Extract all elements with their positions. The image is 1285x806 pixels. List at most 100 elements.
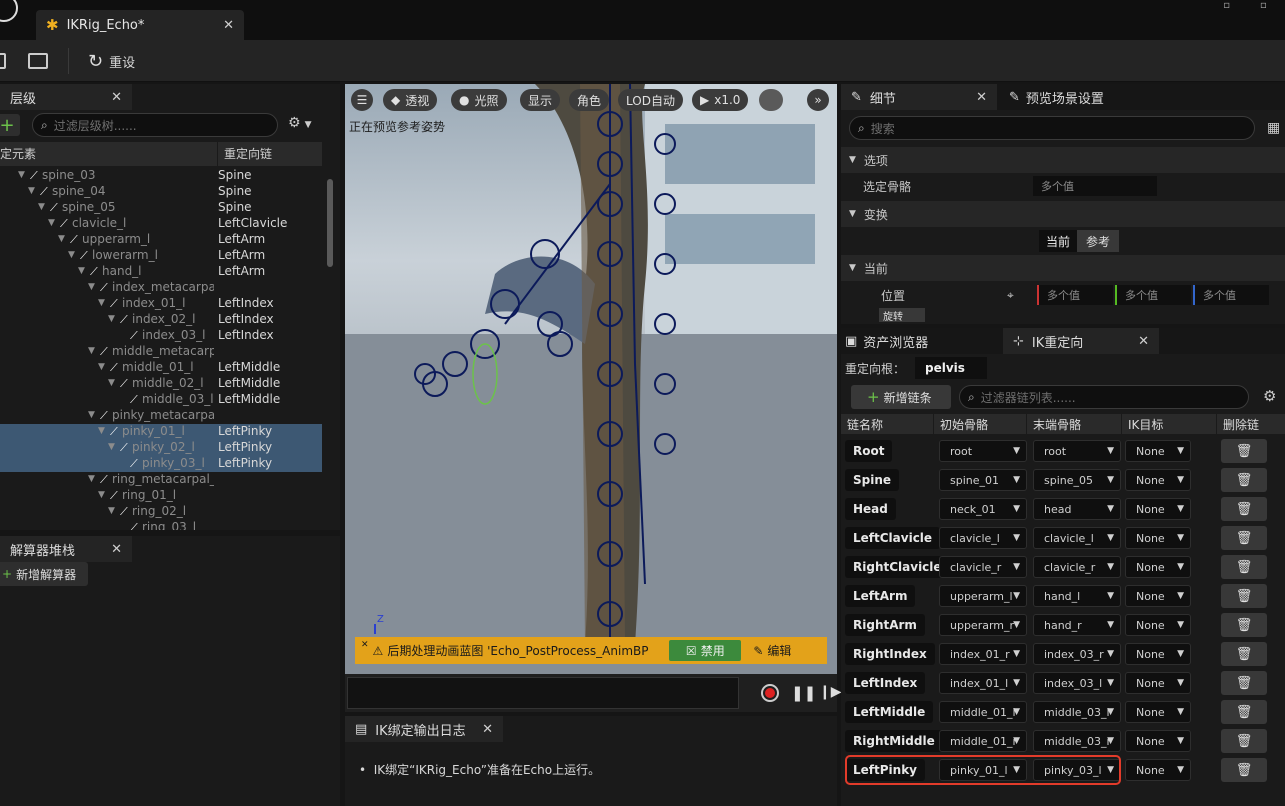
ik-goal-dropdown[interactable]: None ▼ xyxy=(1125,643,1191,665)
expand-arrow-icon[interactable]: ▼ xyxy=(88,474,95,484)
col-ik-goal[interactable]: IK目标 xyxy=(1122,414,1216,434)
lod-button[interactable]: LOD自动 xyxy=(618,89,683,111)
tree-row[interactable]: ▼ ⟋ ring_01_l xyxy=(0,488,322,504)
col-chain-header[interactable]: 重定向链 xyxy=(218,142,272,166)
expand-arrow-icon[interactable]: ▼ xyxy=(98,490,105,500)
end-bone-dropdown[interactable]: spine_05 ▼ xyxy=(1033,469,1121,491)
restore-icon[interactable]: ▫ xyxy=(1223,0,1230,11)
delete-chain-button[interactable]: 🗑 xyxy=(1221,671,1267,695)
expand-arrow-icon[interactable]: ▼ xyxy=(68,250,75,260)
ik-goal-dropdown[interactable]: None ▼ xyxy=(1125,498,1191,520)
reset-button[interactable]: ↻ 重设 xyxy=(88,48,135,74)
chain-name-field[interactable]: LeftArm xyxy=(845,585,916,607)
timeline-field[interactable] xyxy=(347,677,739,709)
tree-row[interactable]: ▼ ⟋ middle_metacarp xyxy=(0,344,322,360)
close-icon[interactable]: ✕ xyxy=(482,722,493,737)
viewport-menu-button[interactable]: ☰ xyxy=(351,89,373,111)
tree-row[interactable]: ▼ ⟋ spine_05 Spine xyxy=(0,200,322,216)
current-section-header[interactable]: ▼ 当前 xyxy=(841,255,1285,281)
col-chain-name[interactable]: 链名称 xyxy=(841,414,933,434)
expand-arrow-icon[interactable]: ▼ xyxy=(98,362,105,372)
browse-button[interactable] xyxy=(28,48,48,74)
chain-name-field[interactable]: RightIndex xyxy=(845,643,935,665)
expand-arrow-icon[interactable]: ▼ xyxy=(88,410,95,420)
start-bone-dropdown[interactable]: clavicle_l ▼ xyxy=(939,527,1027,549)
end-bone-dropdown[interactable]: hand_r ▼ xyxy=(1033,614,1121,636)
expand-arrow-icon[interactable]: ▼ xyxy=(78,266,85,276)
play-speed-button[interactable]: ▶ x1.0 xyxy=(692,89,749,111)
ik-goal-dropdown[interactable]: None ▼ xyxy=(1125,614,1191,636)
start-bone-dropdown[interactable]: pinky_01_l ▼ xyxy=(939,759,1027,781)
chain-name-field[interactable]: RightArm xyxy=(845,614,925,636)
delete-chain-button[interactable]: 🗑 xyxy=(1221,439,1267,463)
tree-row[interactable]: ▼ ⟋ pinky_02_l LeftPinky xyxy=(0,440,322,456)
ik-goal-dropdown[interactable]: None ▼ xyxy=(1125,672,1191,694)
asset-browser-tab[interactable]: ▣ 资产浏览器 xyxy=(845,328,928,354)
ik-retarget-tab[interactable]: ⊹ IK重定向 ✕ xyxy=(1003,328,1159,354)
col-end-bone[interactable]: 末端骨骼 xyxy=(1027,414,1121,434)
expand-arrow-icon[interactable]: ▼ xyxy=(38,202,45,212)
delete-chain-button[interactable]: 🗑 xyxy=(1221,584,1267,608)
toggle-reference[interactable]: 参考 xyxy=(1077,230,1119,252)
end-bone-dropdown[interactable]: middle_03_r ▼ xyxy=(1033,730,1121,752)
transform-section-header[interactable]: ▼ 变换 xyxy=(841,201,1285,227)
details-search-input[interactable]: ⌕ 搜索 xyxy=(849,116,1255,140)
chain-name-field[interactable]: RightClavicle xyxy=(845,556,950,578)
end-bone-dropdown[interactable]: hand_l ▼ xyxy=(1033,585,1121,607)
ik-goal-dropdown[interactable]: None ▼ xyxy=(1125,585,1191,607)
hierarchy-search-input[interactable]: ⌕ 过滤层级树...... xyxy=(32,113,278,137)
end-bone-dropdown[interactable]: clavicle_r ▼ xyxy=(1033,556,1121,578)
chain-name-field[interactable]: LeftIndex xyxy=(845,672,926,694)
edit-button[interactable]: ✎ 编辑 xyxy=(753,642,791,659)
expand-arrow-icon[interactable]: ▼ xyxy=(108,378,115,388)
delete-chain-button[interactable]: 🗑 xyxy=(1221,526,1267,550)
end-bone-dropdown[interactable]: index_03_l ▼ xyxy=(1033,672,1121,694)
expand-arrow-icon[interactable]: ▼ xyxy=(28,186,35,196)
chain-search-input[interactable]: ⌕ 过滤器链列表...... xyxy=(959,385,1249,409)
delete-chain-button[interactable]: 🗑 xyxy=(1221,700,1267,724)
ik-goal-dropdown[interactable]: None ▼ xyxy=(1125,469,1191,491)
show-button[interactable]: 显示 xyxy=(520,89,561,111)
disable-button[interactable]: ☒ 禁用 xyxy=(669,640,742,661)
ik-goal-dropdown[interactable]: None ▼ xyxy=(1125,730,1191,752)
col-start-bone[interactable]: 初始骨骼 xyxy=(934,414,1026,434)
chain-name-field[interactable]: Head xyxy=(845,498,896,520)
selected-bone-value[interactable]: 多个值 xyxy=(1033,176,1157,196)
end-bone-dropdown[interactable]: clavicle_l ▼ xyxy=(1033,527,1121,549)
tree-row[interactable]: ▼ ⟋ clavicle_l LeftClavicle xyxy=(0,216,322,232)
start-bone-dropdown[interactable]: index_01_r ▼ xyxy=(939,643,1027,665)
tree-row[interactable]: ▼ ⟋ spine_04 Spine xyxy=(0,184,322,200)
start-bone-dropdown[interactable]: upperarm_l ▼ xyxy=(939,585,1027,607)
pause-button[interactable]: ❚❚ xyxy=(791,684,816,702)
expand-arrow-icon[interactable]: ▼ xyxy=(108,314,115,324)
close-icon[interactable]: ✕ xyxy=(111,90,122,105)
ik-goal-dropdown[interactable]: None ▼ xyxy=(1125,701,1191,723)
chain-name-field[interactable]: LeftClavicle xyxy=(845,527,941,549)
delete-chain-button[interactable]: 🗑 xyxy=(1221,729,1267,753)
expand-arrow-icon[interactable]: ▼ xyxy=(18,170,25,180)
tree-row[interactable]: ▼ ⟋ lowerarm_l LeftArm xyxy=(0,248,322,264)
location-y[interactable]: 多个值 xyxy=(1115,285,1191,305)
lit-button[interactable]: ● 光照 xyxy=(451,89,507,111)
asset-tab[interactable]: ✱ IKRig_Echo* ✕ xyxy=(36,10,244,40)
add-solver-button[interactable]: + 新增解算器 xyxy=(0,562,88,586)
ik-goal-dropdown[interactable]: None ▼ xyxy=(1125,527,1191,549)
chain-name-field[interactable]: RightMiddle xyxy=(845,730,943,752)
expand-arrow-icon[interactable]: ▼ xyxy=(88,346,95,356)
ik-goal-dropdown[interactable]: None ▼ xyxy=(1125,556,1191,578)
delete-chain-button[interactable]: 🗑 xyxy=(1221,468,1267,492)
tree-row[interactable]: ⟋ index_03_l LeftIndex xyxy=(0,328,322,344)
tree-row[interactable]: ▼ ⟋ hand_l LeftArm xyxy=(0,264,322,280)
tree-row[interactable]: ▼ ⟋ upperarm_l LeftArm xyxy=(0,232,322,248)
expand-arrow-icon[interactable]: ▼ xyxy=(88,282,95,292)
ik-goal-dropdown[interactable]: None ▼ xyxy=(1125,440,1191,462)
expand-arrow-icon[interactable]: ▼ xyxy=(108,506,115,516)
start-bone-dropdown[interactable]: clavicle_r ▼ xyxy=(939,556,1027,578)
start-bone-dropdown[interactable]: upperarm_r ▼ xyxy=(939,614,1027,636)
expand-arrow-icon[interactable]: ▼ xyxy=(48,218,55,228)
expand-arrow-icon[interactable]: ▼ xyxy=(58,234,65,244)
expand-arrow-icon[interactable]: ▼ xyxy=(98,426,105,436)
col-delete[interactable]: 删除链 xyxy=(1217,414,1285,434)
preview-settings-tab[interactable]: ✎ 预览场景设置 xyxy=(1009,84,1104,110)
tree-row[interactable]: ⟋ pinky_03_l LeftPinky xyxy=(0,456,322,472)
